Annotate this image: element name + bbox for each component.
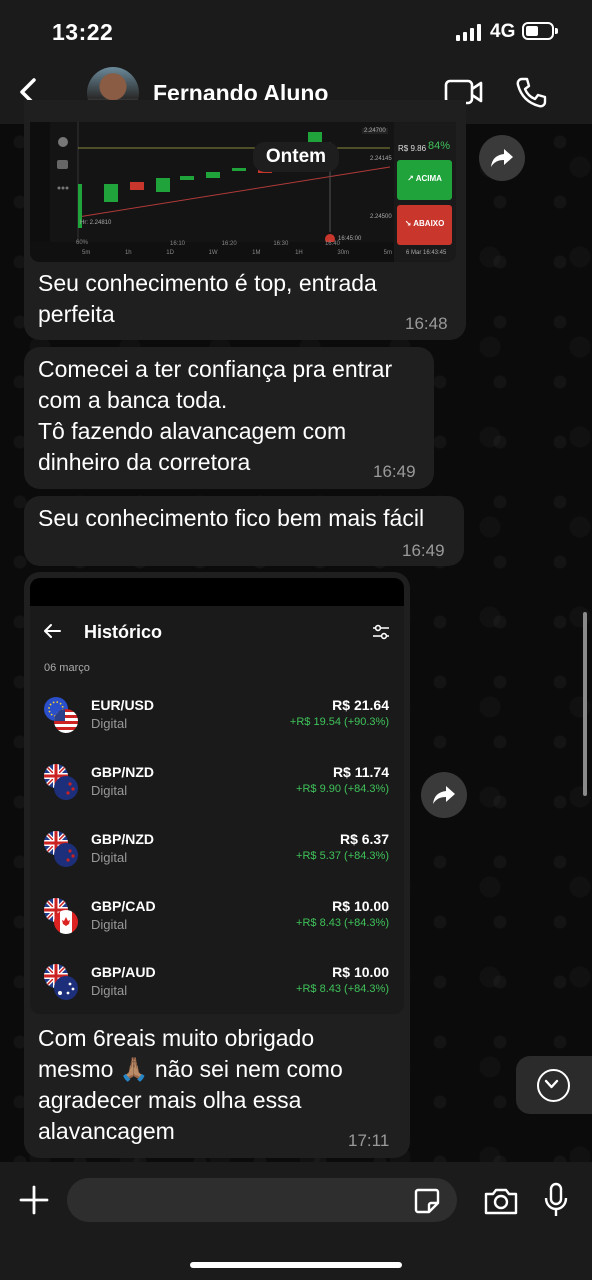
forward-button[interactable] bbox=[479, 135, 525, 181]
trade-amount: R$ 10.00 bbox=[332, 898, 389, 914]
trade-row[interactable]: GBP/NZD Digital R$ 11.74 +R$ 9.90 (+84.3… bbox=[30, 764, 404, 824]
nz-flag-icon bbox=[54, 776, 78, 800]
trade-profit: +R$ 8.43 (+84.3%) bbox=[296, 917, 389, 929]
message-input[interactable] bbox=[67, 1178, 457, 1222]
nz-flag-icon bbox=[54, 843, 78, 867]
toolbar-item[interactable]: 1h bbox=[125, 250, 132, 256]
toolbar-item[interactable]: 1W bbox=[209, 250, 218, 256]
chart-toolbar: 5m 1h 1D 1W 1M 1H 30m 5m bbox=[82, 250, 392, 256]
trade-amount: R$ 21.64 bbox=[332, 697, 389, 713]
sticker-icon[interactable] bbox=[413, 1187, 441, 1215]
axis-tick: 16:30 bbox=[273, 241, 289, 247]
forward-button[interactable] bbox=[421, 772, 467, 818]
trade-type: Digital bbox=[91, 917, 128, 932]
trade-row[interactable]: GBP/AUD Digital R$ 10.00 +R$ 8.43 (+84.3… bbox=[30, 964, 404, 1014]
trade-amount: R$ 10.00 bbox=[332, 964, 389, 980]
history-date: 06 março bbox=[44, 662, 90, 674]
composer-bar bbox=[0, 1162, 592, 1280]
trade-pair: GBP/NZD bbox=[91, 764, 154, 780]
trade-row[interactable]: GBP/CAD Digital R$ 10.00 +R$ 8.43 (+84.3… bbox=[30, 898, 404, 958]
trade-profit: +R$ 19.54 (+90.3%) bbox=[289, 716, 389, 728]
status-time: 13:22 bbox=[52, 19, 114, 45]
scroll-down-button[interactable] bbox=[516, 1056, 592, 1114]
plus-icon[interactable] bbox=[18, 1184, 50, 1216]
up-button[interactable]: ↗ ACIMA bbox=[397, 174, 452, 183]
down-button[interactable]: ↘ ABAIXO bbox=[397, 219, 452, 228]
camera-icon[interactable] bbox=[483, 1186, 519, 1216]
us-flag-icon bbox=[54, 709, 78, 733]
price-low: Hr: 2.24810 bbox=[80, 220, 112, 226]
chart-screenshot[interactable]: R$ 9.86 84% ↗ ACIMA ↘ ABAIXO 2.24700 2.2… bbox=[30, 122, 456, 262]
trade-profit: +R$ 8.43 (+84.3%) bbox=[296, 983, 389, 995]
message-time: 17:11 bbox=[348, 1131, 390, 1150]
message-time: 16:49 bbox=[373, 462, 416, 481]
down-button-label: ABAIXO bbox=[413, 219, 445, 228]
au-flag-icon bbox=[54, 976, 78, 1000]
message-text: Seu conhecimento é top, entrada perfeita bbox=[38, 270, 377, 327]
toolbar-item[interactable]: 30m bbox=[337, 250, 349, 256]
trade-type: Digital bbox=[91, 783, 128, 798]
axis-tick: 16:40 bbox=[324, 241, 340, 247]
price-mid-1: 2.24145 bbox=[370, 156, 392, 162]
home-indicator bbox=[190, 1262, 402, 1268]
status-bar: 13:22 4G bbox=[0, 0, 592, 62]
timer-label: 16:45:00 bbox=[338, 236, 362, 242]
trade-amount: R$ 6.37 bbox=[339, 831, 389, 847]
message-text: Com 6reais muito obrigado mesmo 🙏🏽 não s… bbox=[38, 1025, 343, 1144]
trade-type: Digital bbox=[91, 716, 128, 731]
microphone-icon[interactable] bbox=[543, 1182, 569, 1218]
axis-tick: 16:10 bbox=[170, 241, 186, 247]
trade-amount: R$ 11.74 bbox=[332, 764, 389, 780]
signal-icon bbox=[456, 24, 481, 41]
trade-row[interactable]: EUR/USD Digital R$ 21.64 +R$ 19.54 (+90.… bbox=[30, 697, 404, 757]
history-title: Histórico bbox=[84, 622, 163, 642]
arrow-left-icon[interactable] bbox=[42, 622, 62, 640]
price-tag: 2.24700 bbox=[362, 128, 388, 134]
trade-type: Digital bbox=[91, 983, 128, 998]
toolbar-item[interactable]: 1H bbox=[295, 250, 303, 256]
forward-icon bbox=[433, 786, 455, 804]
up-button-label: ACIMA bbox=[415, 174, 442, 183]
date-label: 6 Mar 16:43:45 bbox=[406, 250, 447, 256]
scrollbar[interactable] bbox=[583, 612, 587, 796]
axis-tick: 16:20 bbox=[221, 241, 237, 247]
zoom-label: 60% bbox=[76, 240, 89, 246]
history-screenshot[interactable]: Histórico 06 março EUR/USD Digital R$ 21… bbox=[30, 578, 404, 1014]
message-text: Comecei a ter confiança pra entrar com a… bbox=[38, 356, 393, 475]
payout-percent: 84% bbox=[428, 140, 451, 152]
trade-pair: GBP/CAD bbox=[91, 898, 156, 914]
payout-value: R$ 9.86 bbox=[398, 144, 427, 153]
toolbar-item[interactable]: 5m bbox=[82, 250, 90, 256]
chevron-down-icon bbox=[537, 1069, 570, 1102]
axis-times: 16:10 16:20 16:30 16:40 bbox=[170, 241, 340, 247]
forward-icon bbox=[491, 149, 513, 167]
image-top-bar bbox=[30, 578, 404, 606]
message-time: 16:49 bbox=[402, 541, 445, 560]
network-label: 4G bbox=[490, 21, 516, 42]
battery-icon bbox=[522, 22, 558, 40]
message-time: 16:48 bbox=[405, 314, 448, 333]
filter-icon[interactable] bbox=[372, 624, 390, 640]
trade-profit: +R$ 5.37 (+84.3%) bbox=[296, 850, 389, 862]
toolbar-item[interactable]: 1M bbox=[252, 250, 260, 256]
date-divider: Ontem bbox=[253, 142, 339, 172]
trade-profit: +R$ 9.90 (+84.3%) bbox=[296, 783, 389, 795]
phone-icon[interactable] bbox=[514, 76, 548, 110]
price-mid-2: 2.24500 bbox=[370, 214, 392, 220]
toolbar-item[interactable]: 5m bbox=[384, 250, 392, 256]
toolbar-item[interactable]: 1D bbox=[166, 250, 174, 256]
trade-row[interactable]: GBP/NZD Digital R$ 6.37 +R$ 5.37 (+84.3%… bbox=[30, 831, 404, 891]
message-text: Seu conhecimento fico bem mais fácil bbox=[38, 505, 425, 531]
trade-pair: GBP/NZD bbox=[91, 831, 154, 847]
trade-pair: EUR/USD bbox=[91, 697, 155, 713]
trade-pair: GBP/AUD bbox=[91, 964, 156, 980]
ca-flag-icon bbox=[54, 910, 78, 934]
trade-type: Digital bbox=[91, 850, 128, 865]
